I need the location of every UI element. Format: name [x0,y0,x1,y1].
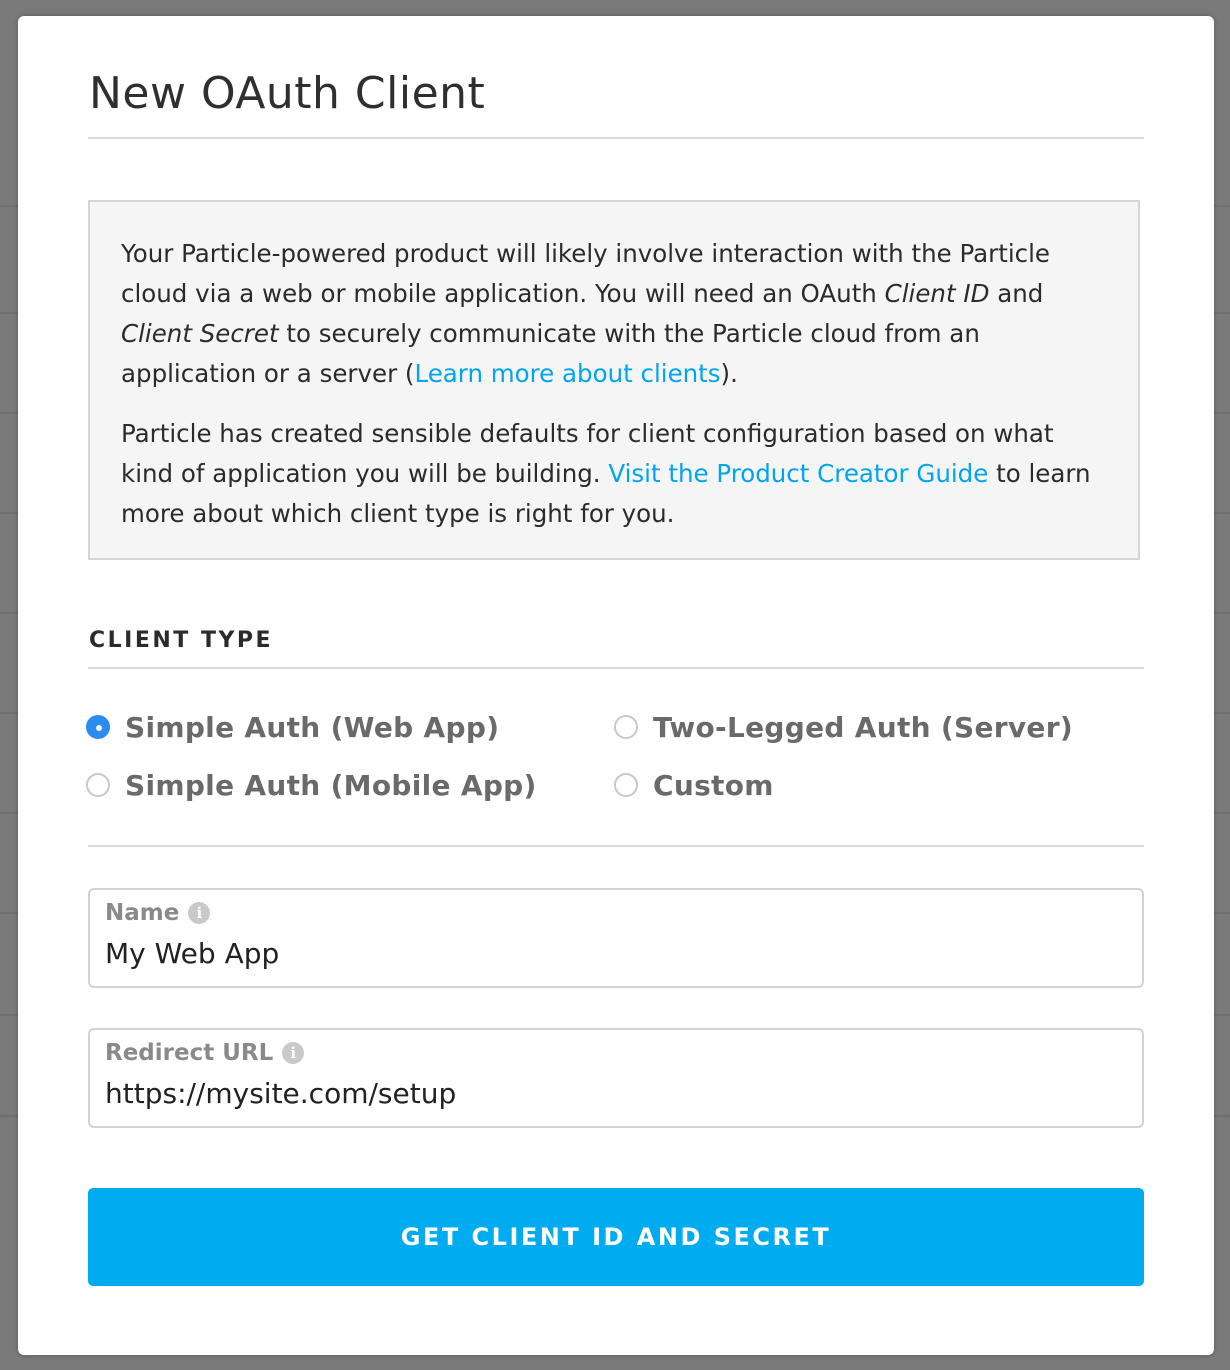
radio-label: Two-Legged Auth (Server) [653,710,1073,744]
client-type-divider [88,667,1144,669]
redirect-url-field: Redirect URL i [88,1028,1144,1128]
title-divider [88,137,1144,139]
intro-panel: Your Particle-powered product will likel… [88,200,1140,560]
radio-two-legged-auth-server[interactable]: Two-Legged Auth (Server) [614,707,1073,747]
learn-more-clients-link[interactable]: Learn more about clients [415,359,721,388]
info-icon[interactable]: i [188,902,211,924]
radio-simple-auth-mobile-app[interactable]: Simple Auth (Mobile App) [86,765,537,805]
radio-unchecked-icon[interactable] [86,773,110,797]
name-input[interactable] [105,934,1105,972]
redirect-url-input[interactable] [105,1074,1105,1112]
redirect-url-field-label: Redirect URL i [105,1040,305,1066]
options-divider [88,845,1144,847]
new-oauth-client-dialog: New OAuth Client Your Particle-powered p… [18,16,1214,1355]
radio-label: Simple Auth (Mobile App) [125,768,537,802]
name-field: Name i [88,888,1144,988]
radio-label: Custom [653,768,774,802]
radio-unchecked-icon[interactable] [614,715,638,739]
get-client-id-and-secret-button[interactable]: GET CLIENT ID AND SECRET [88,1188,1144,1286]
info-icon[interactable]: i [282,1042,305,1064]
radio-custom[interactable]: Custom [614,765,774,805]
dialog-title: New OAuth Client [89,68,486,119]
client-type-heading: CLIENT TYPE [89,628,274,653]
intro-paragraph-2: Particle has created sensible defaults f… [121,419,1091,528]
radio-simple-auth-web-app[interactable]: Simple Auth (Web App) [86,707,499,747]
product-creator-guide-link[interactable]: Visit the Product Creator Guide [608,459,988,488]
intro-paragraph-1: Your Particle-powered product will likel… [121,239,1050,388]
radio-unchecked-icon[interactable] [614,773,638,797]
radio-label: Simple Auth (Web App) [125,710,500,744]
radio-checked-icon[interactable] [86,715,110,739]
name-field-label: Name i [105,900,211,926]
